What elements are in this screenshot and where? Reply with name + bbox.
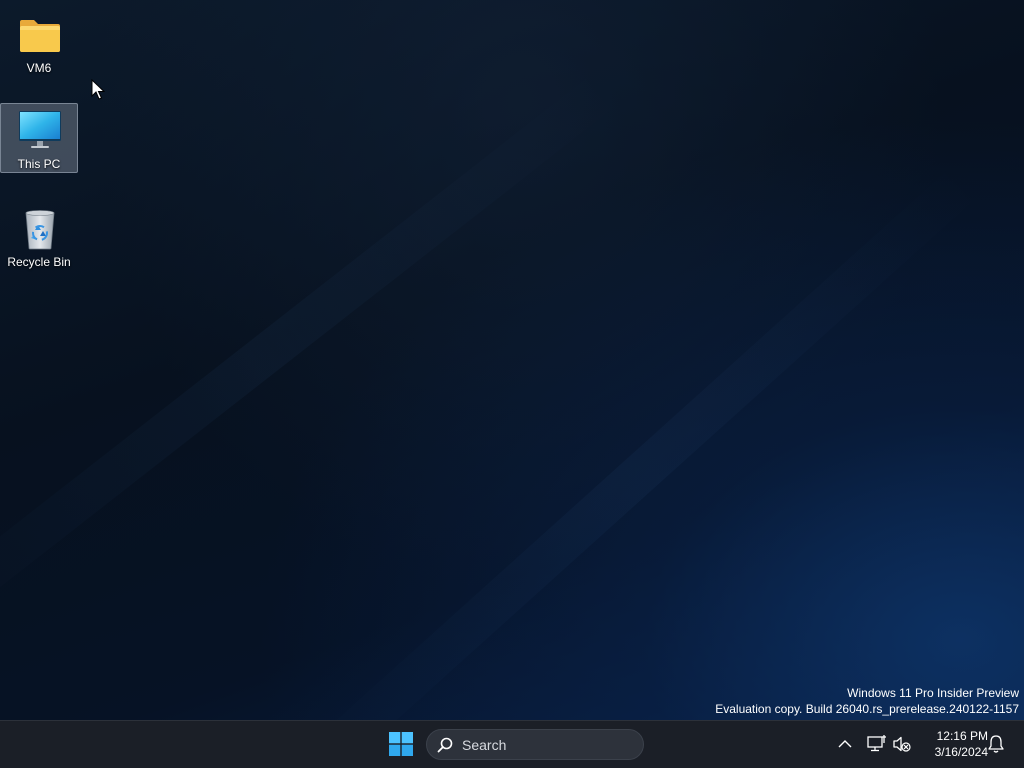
notifications-button[interactable] <box>985 733 1007 755</box>
desktop-icon-label: VM6 <box>26 61 52 75</box>
search-placeholder: Search <box>462 737 507 753</box>
clock-time: 12:16 PM <box>936 729 988 743</box>
desktop-icon-recycle-bin[interactable]: Recycle Bin <box>0 201 78 271</box>
watermark-edition: Windows 11 Pro Insider Preview <box>847 686 1019 700</box>
folder-icon <box>20 20 60 52</box>
taskbar-clock[interactable]: 12:16 PM 3/16/2024 <box>918 728 988 760</box>
desktop[interactable]: VM6 This PC Recycle Bin Windows 11 Pro I… <box>0 0 1024 720</box>
windows-logo-icon <box>389 732 413 756</box>
clock-date: 3/16/2024 <box>934 745 988 759</box>
desktop-icon-this-pc[interactable]: This PC <box>0 103 78 173</box>
desktop-icon-label: This PC <box>17 157 61 171</box>
search-icon <box>437 737 453 753</box>
volume-muted-icon <box>893 736 911 752</box>
evaluation-watermark: Windows 11 Pro Insider Preview Evaluatio… <box>715 685 1019 717</box>
watermark-build: Evaluation copy. Build 26040.rs_prerelea… <box>715 702 1019 716</box>
network-icon <box>867 735 886 752</box>
volume-button[interactable] <box>891 733 913 755</box>
desktop-icon-vm6[interactable]: VM6 <box>0 7 78 77</box>
recycle-bin-icon <box>25 210 55 250</box>
taskbar-search-box[interactable]: Search <box>426 729 644 760</box>
show-hidden-icons-button[interactable] <box>834 733 856 755</box>
start-button[interactable] <box>382 725 420 763</box>
chevron-up-icon <box>838 740 852 748</box>
mouse-pointer-icon <box>91 79 105 100</box>
taskbar: Search 12:16 PM 3/16/2024 <box>0 720 1024 768</box>
network-button[interactable] <box>866 733 888 755</box>
monitor-icon <box>19 111 61 148</box>
desktop-icon-label: Recycle Bin <box>7 255 71 269</box>
notification-bell-icon <box>988 735 1004 753</box>
